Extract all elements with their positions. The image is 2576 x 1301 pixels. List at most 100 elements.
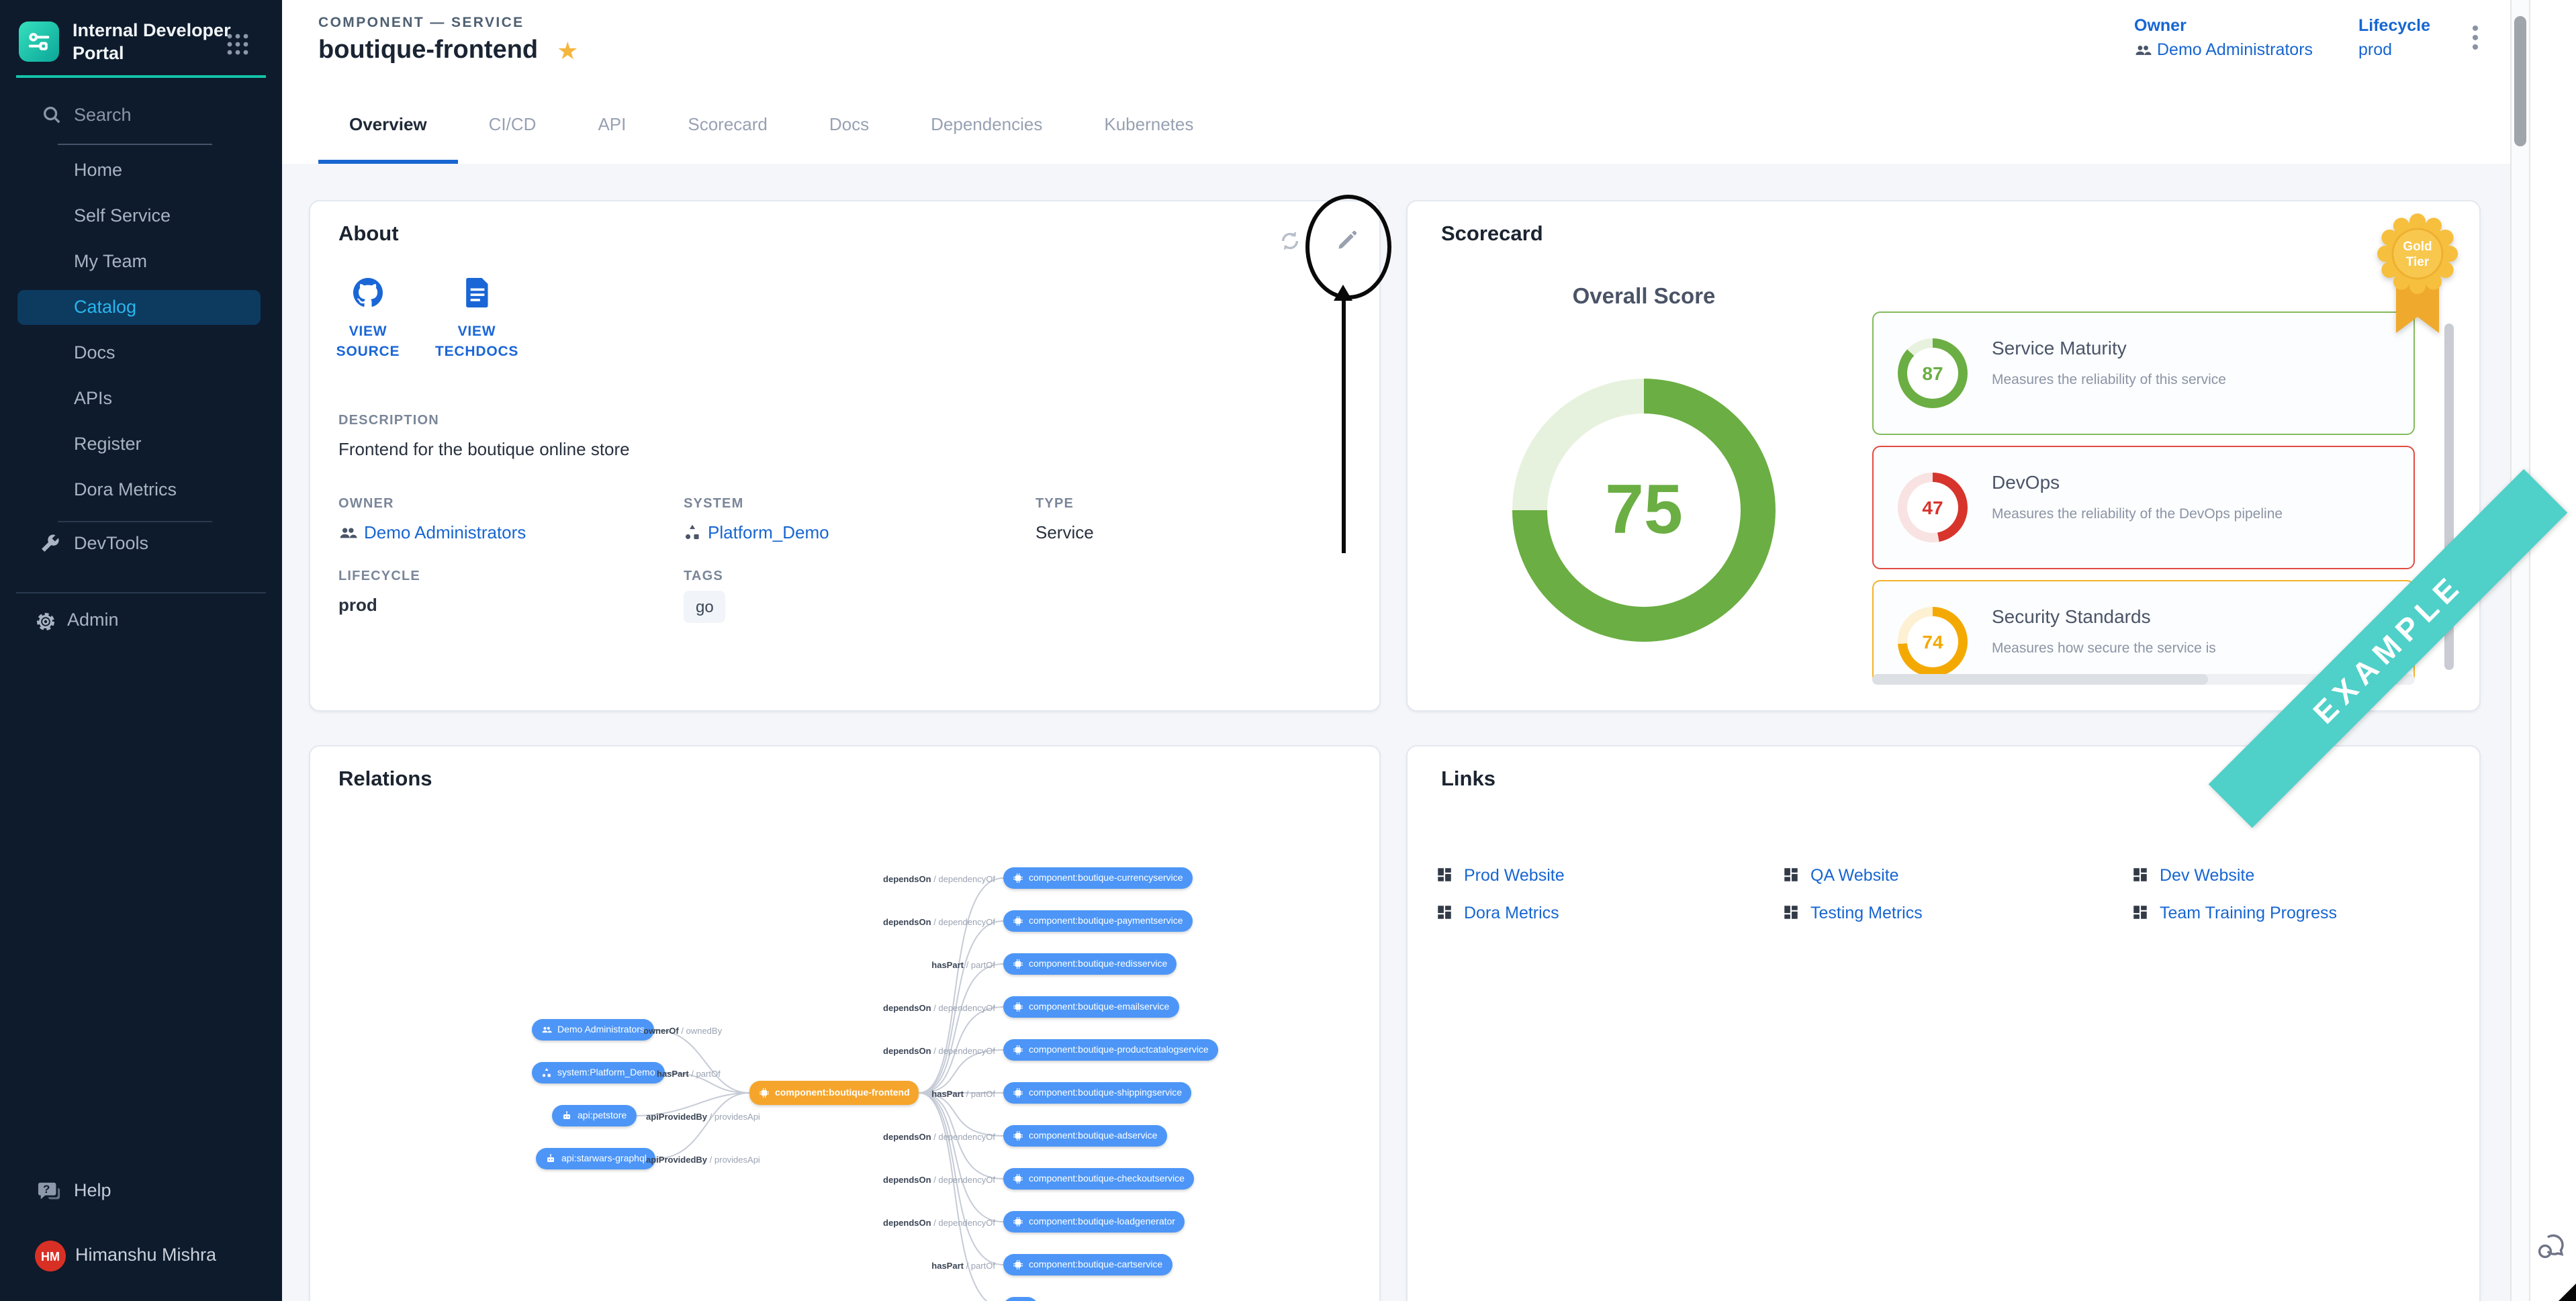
tab-kubernetes[interactable]: Kubernetes — [1073, 89, 1224, 164]
about-card: About VIEW SOURCE VIEW T — [309, 200, 1381, 712]
edge-label: dependsOn / dependencyOf — [883, 875, 995, 885]
link-team-training-progress[interactable]: Team Training Progress — [2131, 902, 2430, 922]
favorite-star-icon[interactable]: ★ — [557, 38, 578, 64]
overall-score-donut: 75 — [1512, 379, 1776, 642]
github-icon — [353, 278, 383, 307]
help-button[interactable]: ? Help — [0, 1169, 282, 1215]
group-icon — [2134, 41, 2152, 58]
tab-dependencies[interactable]: Dependencies — [900, 89, 1073, 164]
sidebar-item-dora-metrics[interactable]: Dora Metrics — [0, 467, 282, 513]
about-title: About — [338, 223, 399, 247]
relation-node-component-boutique-currencyservice[interactable]: component:boutique-currencyservice — [1003, 867, 1193, 889]
user-name: Himanshu Mishra — [75, 1245, 216, 1265]
owner-entity-link[interactable]: Demo Administrators — [338, 522, 526, 542]
relation-node-center[interactable]: component:boutique-frontend — [749, 1081, 919, 1105]
dashboard-icon — [1782, 866, 1800, 883]
link-prod-website[interactable]: Prod Website — [1436, 865, 1782, 885]
tabs: OverviewCI/CDAPIScorecardDocsDependencie… — [318, 89, 1224, 164]
relation-node-api-petstore[interactable]: api:petstore — [552, 1105, 636, 1126]
relation-node-component-boutique-paymentservice[interactable]: component:boutique-paymentservice — [1003, 910, 1193, 932]
relation-node-demo-administrators[interactable]: Demo Administrators — [532, 1019, 654, 1041]
edge-label: dependsOn / dependencyOf — [883, 1047, 995, 1057]
search-placeholder: Search — [74, 105, 132, 125]
overall-score-label: Overall Score — [1488, 285, 1800, 310]
relation-node-component-boutique-productcatalogservice[interactable]: component:boutique-productcatalogservice — [1003, 1039, 1218, 1061]
tab-ci-cd[interactable]: CI/CD — [458, 89, 567, 164]
links-title: Links — [1441, 768, 1496, 792]
tabs-bar: OverviewCI/CDAPIScorecardDocsDependencie… — [282, 89, 2510, 165]
tab-scorecard[interactable]: Scorecard — [657, 89, 798, 164]
group-icon — [338, 523, 357, 542]
user-menu[interactable]: HM Himanshu Mishra — [0, 1234, 282, 1280]
relation-node-component-boutique-adservice[interactable]: component:boutique-adservice — [1003, 1125, 1166, 1147]
lifecycle-value: prod — [338, 595, 420, 615]
relation-node-component-boutique-cartservice[interactable]: component:boutique-cartservice — [1003, 1254, 1172, 1275]
sidebar-item-my-team[interactable]: My Team — [0, 239, 282, 285]
tab-api[interactable]: API — [567, 89, 657, 164]
help-chat-icon: ? — [38, 1180, 60, 1203]
relation-node-component-boutique-shippingservice[interactable]: component:boutique-shippingservice — [1003, 1082, 1191, 1104]
link-dev-website[interactable]: Dev Website — [2131, 865, 2430, 885]
score-description: Measures how secure the service is — [1992, 640, 2216, 657]
link-testing-metrics[interactable]: Testing Metrics — [1782, 902, 2131, 922]
dashboard-icon — [2131, 904, 2149, 921]
sidebar: Internal Developer Portal Search HomeSel… — [0, 0, 282, 1301]
relation-node-component-boutique-checkoutservice[interactable]: component:boutique-checkoutservice — [1003, 1168, 1194, 1190]
edge-label: dependsOn / dependencyOf — [883, 1219, 995, 1228]
sidebar-divider-2 — [16, 592, 266, 593]
badge-line1: Gold — [2403, 240, 2432, 254]
tag-chip[interactable]: go — [684, 591, 726, 623]
app-window: Internal Developer Portal Search HomeSel… — [0, 0, 2576, 1301]
link-dora-metrics[interactable]: Dora Metrics — [1436, 902, 1782, 922]
sidebar-item-devtools[interactable]: DevTools — [0, 522, 282, 568]
dashboard-icon — [1782, 904, 1800, 921]
refresh-icon — [1278, 229, 1301, 252]
sidebar-item-apis[interactable]: APIs — [0, 376, 282, 422]
page-scrollbar-track[interactable] — [2510, 0, 2530, 1301]
system-icon — [684, 524, 701, 541]
overall-score-value: 75 — [1512, 379, 1776, 642]
portal-title: Internal Developer Portal — [73, 19, 234, 64]
score-item-service-maturity[interactable]: 87Service MaturityMeasures the reliabili… — [1872, 311, 2415, 435]
type-value: Service — [1036, 522, 1094, 542]
edge-label: hasPart / partOf — [931, 1090, 995, 1100]
owner-link[interactable]: Demo Administrators — [2134, 40, 2313, 59]
page-scrollbar-thumb[interactable] — [2514, 16, 2526, 146]
entity-header: COMPONENT — SERVICE boutique-frontend ★ … — [282, 0, 2510, 90]
apps-grid-icon[interactable] — [226, 32, 250, 56]
edge-label: apiProvidedBy / providesApi — [646, 1113, 760, 1122]
breadcrumb: COMPONENT — SERVICE — [318, 15, 524, 31]
link-qa-website[interactable]: QA Website — [1782, 865, 2131, 885]
gear-icon — [35, 611, 56, 632]
tab-docs[interactable]: Docs — [798, 89, 900, 164]
dashboard-icon — [1436, 904, 1453, 921]
relation-node-component-boutique-redisservice[interactable]: component:boutique-redisservice — [1003, 953, 1177, 975]
sidebar-item-docs[interactable]: Docs — [0, 330, 282, 376]
view-techdocs-action[interactable]: VIEW TECHDOCS — [435, 278, 518, 363]
sidebar-item-home[interactable]: Home — [0, 148, 282, 193]
edge-label: hasPart / partOf — [657, 1070, 721, 1079]
feedback-chat-icon[interactable] — [2536, 1230, 2568, 1262]
tab-overview[interactable]: Overview — [318, 89, 458, 164]
refresh-button[interactable] — [1268, 219, 1311, 262]
sidebar-item-register[interactable]: Register — [0, 422, 282, 467]
annotation-arrow-line — [1342, 301, 1345, 553]
relation-node-api-starwars-graphql[interactable]: api:starwars-graphql — [536, 1148, 656, 1169]
relation-node-component-boutique-loadgenerator[interactable]: component:boutique-loadgenerator — [1003, 1211, 1185, 1233]
scorecard-title: Scorecard — [1441, 223, 1543, 247]
relation-node-component-boutique-emailservice[interactable]: component:boutique-emailservice — [1003, 996, 1179, 1018]
score-item-devops[interactable]: 47DevOpsMeasures the reliability of the … — [1872, 446, 2415, 569]
sidebar-nav: HomeSelf ServiceMy TeamCatalogDocsAPIsRe… — [0, 148, 282, 513]
more-options-icon[interactable]: ••• — [2466, 24, 2485, 52]
cursor-artifact — [2559, 1284, 2576, 1301]
relations-card: Relations Demo AdministratorsownerOf / o… — [309, 745, 1381, 1301]
scorecard-items: 87Service MaturityMeasures the reliabili… — [1872, 311, 2415, 678]
view-source-action[interactable]: VIEW SOURCE — [326, 278, 410, 363]
search-input[interactable]: Search — [0, 99, 282, 134]
system-entity-link[interactable]: Platform_Demo — [684, 522, 829, 542]
right-margin-strip — [2530, 0, 2576, 1301]
sidebar-item-catalog[interactable]: Catalog — [0, 285, 282, 330]
relation-node-system-platform-demo[interactable]: system:Platform_Demo — [532, 1062, 665, 1083]
sidebar-item-admin[interactable]: Admin — [0, 599, 282, 644]
sidebar-item-self-service[interactable]: Self Service — [0, 193, 282, 239]
